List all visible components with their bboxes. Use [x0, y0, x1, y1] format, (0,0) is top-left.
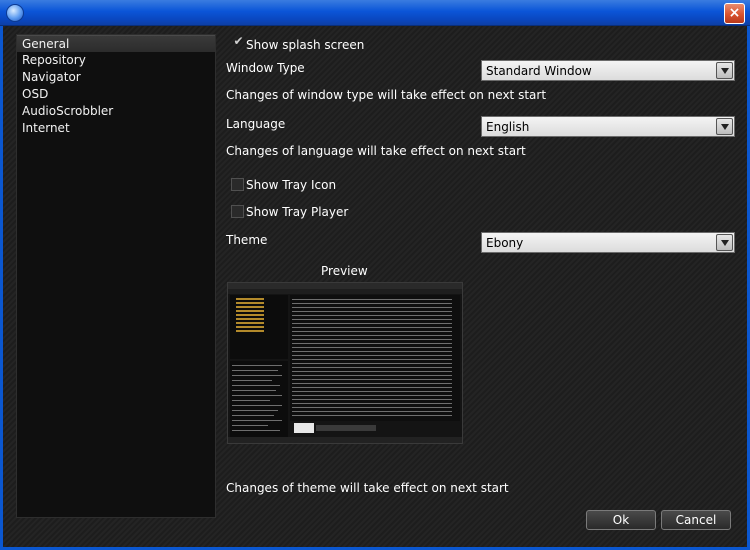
chevron-down-icon[interactable]: [716, 118, 733, 135]
theme-preview-image: [227, 282, 463, 444]
sidebar-item-audioscrobbler[interactable]: AudioScrobbler: [17, 103, 215, 120]
theme-label: Theme: [226, 233, 268, 247]
theme-select[interactable]: Ebony: [481, 232, 735, 253]
title-bar: ×: [0, 0, 750, 26]
splash-label: Show splash screen: [246, 38, 365, 52]
check-icon: ✔: [233, 34, 244, 48]
close-button[interactable]: ×: [724, 3, 745, 24]
window-type-value: Standard Window: [486, 64, 592, 78]
tray-player-checkbox[interactable]: [231, 205, 244, 218]
window-type-label: Window Type: [226, 61, 305, 75]
language-value: English: [486, 120, 530, 134]
chevron-down-icon[interactable]: [716, 234, 733, 251]
language-label: Language: [226, 117, 286, 131]
splash-checkbox[interactable]: ✔: [232, 34, 245, 49]
language-note: Changes of language will take effect on …: [226, 144, 526, 158]
sidebar-item-osd[interactable]: OSD: [17, 86, 215, 103]
app-icon[interactable]: [6, 4, 24, 22]
sidebar-item-repository[interactable]: Repository: [17, 52, 215, 69]
language-select[interactable]: English: [481, 116, 735, 137]
tray-player-label: Show Tray Player: [246, 205, 349, 219]
window-type-select[interactable]: Standard Window: [481, 60, 735, 81]
theme-note: Changes of theme will take effect on nex…: [226, 481, 509, 495]
window-type-note: Changes of window type will take effect …: [226, 88, 547, 102]
sidebar: General Repository Navigator OSD AudioSc…: [16, 34, 216, 518]
tray-icon-checkbox[interactable]: [231, 178, 244, 191]
sidebar-item-general[interactable]: General: [17, 35, 215, 52]
cancel-button[interactable]: Cancel: [661, 510, 731, 530]
tray-icon-label: Show Tray Icon: [246, 178, 337, 192]
close-icon: ×: [728, 5, 741, 21]
chevron-down-icon[interactable]: [716, 62, 733, 79]
preview-label: Preview: [321, 264, 368, 278]
theme-value: Ebony: [486, 236, 524, 250]
sidebar-item-internet[interactable]: Internet: [17, 120, 215, 137]
dialog-content: General Repository Navigator OSD AudioSc…: [3, 26, 747, 547]
sidebar-item-navigator[interactable]: Navigator: [17, 69, 215, 86]
ok-button[interactable]: Ok: [586, 510, 656, 530]
window-frame: General Repository Navigator OSD AudioSc…: [0, 26, 750, 550]
